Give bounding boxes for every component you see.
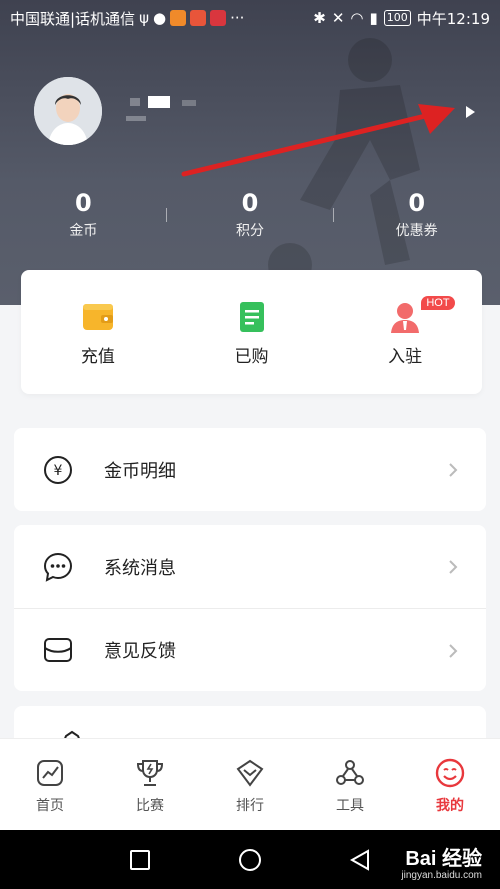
triangle-back-icon[interactable] bbox=[348, 848, 372, 872]
divider bbox=[166, 208, 167, 222]
recharge-button[interactable]: 充值 bbox=[21, 270, 175, 394]
menu-item-label: 意见反馈 bbox=[104, 641, 176, 662]
purchased-button[interactable]: 已购 bbox=[175, 270, 329, 394]
stat-points[interactable]: 0 积分 bbox=[167, 186, 334, 246]
tab-label: 排行 bbox=[236, 798, 264, 814]
bluetooth-icon: ✱ bbox=[313, 9, 326, 27]
quick-action-label: 入驻 bbox=[388, 347, 423, 367]
trophy-icon bbox=[136, 760, 164, 786]
join-button[interactable]: 入驻 HOT bbox=[328, 270, 482, 394]
user-avatar-icon bbox=[34, 77, 102, 145]
stat-label: 优惠券 bbox=[395, 223, 438, 239]
tab-label: 我的 bbox=[436, 798, 464, 814]
stats-row: 0 金币 0 积分 0 优惠券 bbox=[0, 186, 500, 246]
tab-mine[interactable]: 我的 bbox=[400, 739, 500, 830]
tab-label: 首页 bbox=[36, 798, 64, 814]
diamond-icon bbox=[236, 759, 264, 787]
tab-label: 工具 bbox=[336, 798, 364, 814]
carrier-text: 中国联通|话机通信 bbox=[10, 9, 136, 28]
app-notification-icon bbox=[190, 10, 207, 26]
envelope-icon bbox=[44, 638, 72, 662]
annotation-arrow bbox=[181, 104, 455, 177]
bottom-tab-bar: 首页 比赛 排行 工具 我的 bbox=[0, 738, 500, 830]
app-notification-icon bbox=[210, 10, 227, 26]
clock-text: 中午12:19 bbox=[416, 9, 490, 28]
menu-item-coin-detail[interactable]: ¥ 金币明细 bbox=[14, 428, 486, 511]
menu-item-feedback[interactable]: 意见反馈 bbox=[14, 608, 486, 691]
menu-item-system-messages[interactable]: 系统消息 bbox=[14, 525, 486, 608]
tab-label: 比赛 bbox=[136, 798, 164, 814]
stat-value: 0 bbox=[241, 189, 259, 217]
hot-badge: HOT bbox=[421, 296, 455, 310]
menu-card-messages: 系统消息 意见反馈 bbox=[14, 525, 486, 691]
stat-value: 0 bbox=[74, 189, 92, 217]
watermark-url: jingyan.baidu.com bbox=[401, 870, 482, 881]
stat-coins[interactable]: 0 金币 bbox=[0, 186, 167, 246]
signal-icon: ▮ bbox=[369, 9, 378, 27]
menu-card-coins: ¥ 金币明细 bbox=[14, 428, 486, 511]
chart-square-icon bbox=[37, 760, 63, 786]
square-recents-icon[interactable] bbox=[128, 848, 152, 872]
divider bbox=[333, 208, 334, 222]
avatar[interactable] bbox=[34, 77, 102, 145]
stat-coupons[interactable]: 0 优惠券 bbox=[333, 186, 500, 246]
tab-ranking[interactable]: 排行 bbox=[200, 739, 300, 830]
person-icon bbox=[391, 303, 420, 333]
svg-text:¥: ¥ bbox=[54, 463, 63, 479]
more-notifications-icon: ··· bbox=[230, 9, 245, 27]
stat-label: 金币 bbox=[69, 223, 98, 239]
system-nav-bar: Bai 经验 jingyan.baidu.com bbox=[0, 830, 500, 889]
stat-value: 0 bbox=[408, 189, 426, 217]
circle-home-icon[interactable] bbox=[238, 848, 262, 872]
yen-coin-icon: ¥ bbox=[44, 455, 72, 484]
menu-item-label: 系统消息 bbox=[104, 557, 176, 579]
nodes-icon bbox=[336, 760, 364, 785]
tab-tools[interactable]: 工具 bbox=[300, 739, 400, 830]
smiley-icon bbox=[435, 758, 465, 788]
chevron-right-icon bbox=[449, 463, 458, 477]
usb-icon: ψ bbox=[139, 9, 149, 27]
menu-item-label: 金币明细 bbox=[104, 460, 176, 482]
message-icon: ● bbox=[152, 9, 167, 27]
chevron-right-icon bbox=[449, 644, 458, 658]
tab-home[interactable]: 首页 bbox=[0, 739, 100, 830]
quick-action-label: 已购 bbox=[234, 347, 269, 367]
wallet-icon bbox=[82, 304, 113, 330]
battery-indicator: 100 bbox=[383, 10, 411, 26]
mute-icon: ✕ bbox=[331, 9, 345, 27]
app-notification-icon bbox=[170, 10, 187, 26]
chat-bubble-icon bbox=[43, 552, 73, 582]
quick-actions-card: 充值 已购 入驻 HOT bbox=[21, 270, 482, 394]
play-arrow-icon[interactable] bbox=[462, 104, 478, 120]
quick-action-label: 充值 bbox=[80, 347, 115, 367]
wifi-icon: ◠ bbox=[350, 9, 364, 27]
stat-label: 积分 bbox=[236, 223, 264, 239]
document-icon bbox=[239, 302, 264, 332]
tab-matches[interactable]: 比赛 bbox=[100, 739, 200, 830]
watermark-logo: Bai 经验 bbox=[405, 848, 482, 870]
status-bar: 中国联通|话机通信 ψ ● ··· ✱ ✕ ◠ ▮ 100 中午12:19 bbox=[0, 0, 500, 36]
chevron-right-icon bbox=[449, 560, 458, 574]
